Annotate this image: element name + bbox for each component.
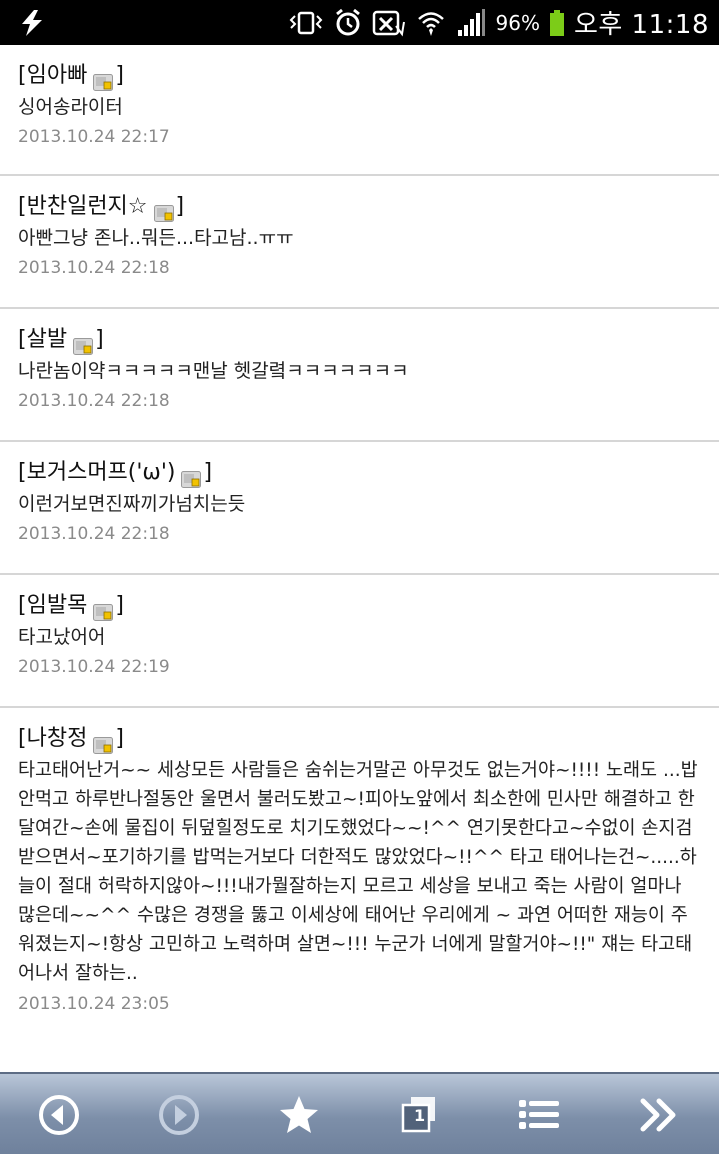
comment-author-line: [반찬일런지☆ ] — [18, 192, 701, 222]
comment-date: 2013.10.24 22:18 — [18, 391, 170, 411]
data-icon — [372, 8, 406, 38]
bookmark-star-icon — [280, 1096, 318, 1133]
comment-author: 임발목 — [26, 593, 88, 618]
browser-toolbar: 1 — [0, 1072, 719, 1154]
comment-author: 보거스머프('ω') — [26, 460, 176, 485]
menu-button[interactable] — [504, 1084, 574, 1146]
comment-date: 2013.10.24 22:19 — [18, 657, 170, 677]
mobile-icon — [93, 70, 114, 91]
comment-author-line: [보거스머프('ω') ] — [18, 458, 701, 488]
usb-debug-icon — [18, 8, 46, 42]
comment-item[interactable]: [임발목 ] 타고났어어 2013.10.24 22:19 — [0, 575, 719, 708]
mobile-icon — [93, 733, 114, 754]
status-bar: 96% 오후 11:18 — [0, 0, 719, 45]
comment-date: 2013.10.24 23:05 — [18, 994, 170, 1014]
comment-author: 살발 — [26, 327, 68, 352]
comment-item[interactable]: [보거스머프('ω') ] 이런거보면진짜끼가넘치는듯 2013.10.24 2… — [0, 442, 719, 575]
mobile-icon — [73, 334, 94, 355]
forward-icon — [159, 1095, 199, 1135]
comment-author-line: [살발 ] — [18, 325, 701, 355]
back-icon — [39, 1095, 79, 1135]
windows-button[interactable]: 1 — [384, 1084, 454, 1146]
comment-text: 타고났어어 — [18, 626, 106, 648]
comment-text: 싱어송라이터 — [18, 96, 123, 118]
comment-date: 2013.10.24 22:18 — [18, 524, 170, 544]
mobile-icon — [181, 467, 202, 488]
comment-author-line: [나창정 ] — [18, 724, 701, 754]
windows-count: 1 — [414, 1106, 426, 1125]
more-button[interactable] — [624, 1084, 694, 1146]
comment-item[interactable]: [나창정 ] 타고태어난거~~ 세상모든 사람들은 숨쉬는거말곤 아무것도 없는… — [0, 708, 719, 1017]
battery-icon — [549, 9, 564, 36]
forward-button[interactable] — [144, 1084, 214, 1146]
comment-text: 타고태어난거~~ 세상모든 사람들은 숨쉬는거말곤 아무것도 없는거야~!!!!… — [18, 760, 698, 984]
comment-text: 이런거보면진짜끼가넘치는듯 — [18, 493, 246, 515]
clock: 오후 11:18 — [573, 10, 709, 40]
comment-author-line: [임발목 ] — [18, 591, 701, 621]
comment-date: 2013.10.24 22:17 — [18, 127, 170, 147]
comment-author: 나창정 — [26, 726, 88, 751]
alarm-icon — [334, 8, 362, 38]
comment-item[interactable]: [반찬일런지☆ ] 아빤그냥 존나..뭐든...타고남..ㅠㅠ 2013.10.… — [0, 176, 719, 309]
back-button[interactable] — [24, 1084, 94, 1146]
mobile-icon — [93, 600, 114, 621]
signal-icon — [456, 8, 486, 38]
comment-item[interactable]: [임아빠 ] 싱어송라이터 2013.10.24 22:17 — [0, 45, 719, 176]
comment-text: 아빤그냥 존나..뭐든...타고남..ㅠㅠ — [18, 227, 294, 249]
comment-date: 2013.10.24 22:18 — [18, 258, 170, 278]
wifi-icon — [416, 8, 446, 38]
comment-author-line: [임아빠 ] — [18, 61, 701, 91]
battery-percent: 96% — [495, 10, 540, 35]
comment-text: 나란놈이약ㅋㅋㅋㅋㅋ맨날 헷갈렼ㅋㅋㅋㅋㅋㅋㅋ — [18, 360, 409, 382]
more-icon — [640, 1098, 676, 1132]
bookmark-button[interactable] — [264, 1084, 334, 1146]
menu-list-icon — [519, 1100, 559, 1129]
comment-author: 반찬일런지☆ — [26, 194, 148, 219]
comment-item[interactable]: [살발 ] 나란놈이약ㅋㅋㅋㅋㅋ맨날 헷갈렼ㅋㅋㅋㅋㅋㅋㅋ 2013.10.24… — [0, 309, 719, 442]
vibrate-icon — [288, 8, 324, 38]
comment-author: 임아빠 — [26, 63, 88, 88]
mobile-icon — [153, 201, 174, 222]
comment-list: [임아빠 ] 싱어송라이터 2013.10.24 22:17 [반찬일런지☆ ]… — [0, 45, 719, 1017]
